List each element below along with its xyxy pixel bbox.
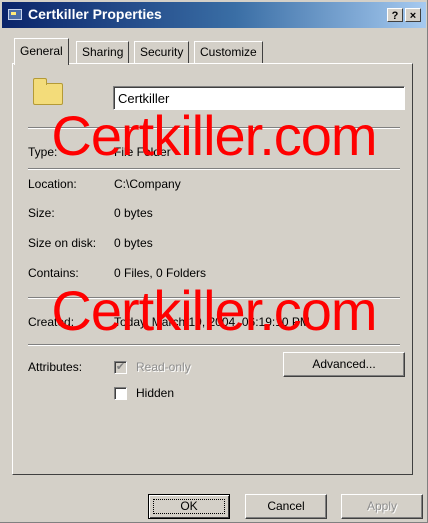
size-label: Size:	[28, 206, 55, 220]
advanced-button[interactable]: Advanced...	[283, 352, 405, 377]
hidden-label: Hidden	[136, 386, 175, 400]
location-label: Location:	[28, 177, 77, 191]
read-only-label: Read-only	[136, 360, 191, 374]
size-on-disk-value: 0 bytes	[114, 236, 153, 250]
watermark-text: Certkiller.com	[51, 104, 377, 167]
attributes-label: Attributes:	[28, 360, 83, 374]
cancel-button[interactable]: Cancel	[245, 494, 327, 519]
hidden-checkbox[interactable]	[114, 387, 127, 400]
size-value: 0 bytes	[114, 206, 153, 220]
properties-dialog: Certkiller Properties ? × General Sharin…	[0, 0, 428, 523]
close-button[interactable]: ×	[405, 8, 421, 22]
window-title: Certkiller Properties	[28, 6, 162, 22]
folder-window-icon	[8, 9, 22, 20]
tab-general[interactable]: General	[14, 38, 69, 65]
title-bar[interactable]: Certkiller Properties ? ×	[2, 2, 426, 28]
separator	[28, 168, 400, 170]
help-button[interactable]: ?	[387, 8, 403, 22]
focus-rect	[153, 499, 225, 514]
watermark-text: Certkiller.com	[51, 279, 377, 342]
location-value: C:\Company	[114, 177, 181, 191]
tab-security[interactable]: Security	[134, 41, 190, 63]
apply-button[interactable]: Apply	[341, 494, 423, 519]
tab-sharing[interactable]: Sharing	[76, 41, 130, 63]
read-only-checkbox[interactable]: ✔	[114, 361, 127, 374]
ok-button[interactable]: OK	[148, 494, 230, 519]
separator	[28, 344, 400, 346]
tab-customize[interactable]: Customize	[194, 41, 263, 63]
size-on-disk-label: Size on disk:	[28, 236, 97, 250]
folder-icon	[33, 78, 63, 105]
